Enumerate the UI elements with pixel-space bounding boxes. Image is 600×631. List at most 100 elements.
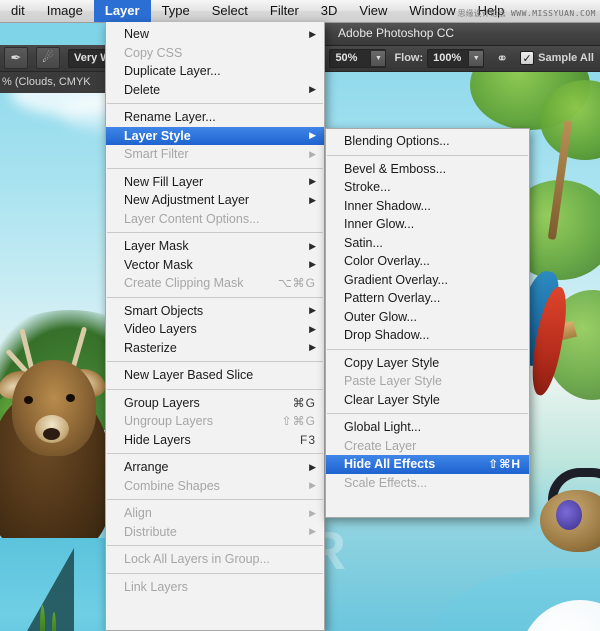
layer-menu-item-align: Align ▶ (106, 504, 324, 523)
layer-menu-item-layer-style[interactable]: Layer Style ▶ (106, 126, 324, 145)
layer-style-item-inner-glow[interactable]: Inner Glow... (326, 215, 529, 234)
layer-menu-item-label: Duplicate Layer... (124, 64, 221, 78)
submenu-caret-icon: ▶ (309, 28, 316, 39)
layer-menu-separator (107, 232, 323, 233)
layer-menu-item-rename-layer[interactable]: Rename Layer... (106, 108, 324, 127)
flow-dropdown[interactable]: 100% ▼ (427, 48, 485, 68)
layer-menu-item-video-layers[interactable]: Video Layers ▶ (106, 320, 324, 339)
layer-style-item-color-overlay[interactable]: Color Overlay... (326, 252, 529, 271)
submenu-caret-icon: ▶ (309, 240, 316, 251)
layer-style-separator (327, 348, 528, 350)
submenu-caret-icon: ▶ (309, 305, 316, 316)
layer-style-item-label: Hide All Effects (344, 457, 436, 471)
submenu-caret-icon: ▶ (309, 176, 316, 187)
menu-filter[interactable]: Filter (259, 0, 310, 22)
layer-style-item-label: Gradient Overlay... (344, 272, 448, 287)
layer-style-item-satin[interactable]: Satin... (326, 234, 529, 253)
layer-style-item-label: Stroke... (344, 180, 391, 194)
deer-eye (66, 394, 75, 402)
layer-menu-item-label: Video Layers (124, 322, 197, 336)
layer-style-item-global-light[interactable]: Global Light... (326, 418, 529, 437)
layer-menu-separator (107, 103, 323, 104)
layer-menu-item-delete[interactable]: Delete ▶ (106, 81, 324, 100)
watermark-cn-text: 思缘设计论坛 (457, 9, 506, 18)
layer-menu-item-arrange[interactable]: Arrange ▶ (106, 458, 324, 477)
menu-image[interactable]: Image (36, 0, 94, 22)
layer-menu-separator (107, 499, 323, 500)
layer-menu-item-label: New Layer Based Slice (124, 368, 254, 382)
layer-menu-item-label: Lock All Layers in Group... (124, 552, 270, 566)
layer-menu-item-shortcut: F3 (299, 432, 316, 447)
layer-style-item-outer-glow[interactable]: Outer Glow... (326, 308, 529, 327)
site-watermark: 思缘设计论坛 WWW.MISSYUAN.COM (458, 8, 596, 19)
layer-menu-item-label: Smart Filter (124, 147, 189, 161)
layer-style-item-stroke[interactable]: Stroke... (326, 178, 529, 197)
layer-menu-item-new-layer-based-slice[interactable]: New Layer Based Slice (106, 366, 324, 385)
submenu-caret-icon: ▶ (309, 461, 316, 472)
layer-menu-item-label: Vector Mask (124, 257, 193, 272)
layer-style-item-clear-layer-style[interactable]: Clear Layer Style (326, 391, 529, 410)
layer-style-item-gradient-overlay[interactable]: Gradient Overlay... (326, 271, 529, 290)
submenu-caret-icon: ▶ (309, 507, 316, 518)
layer-style-item-scale-effects: Scale Effects... (326, 474, 529, 493)
layer-menu-item-new[interactable]: New ▶ (106, 25, 324, 44)
layer-style-item-bevel-emboss[interactable]: Bevel & Emboss... (326, 160, 529, 179)
deer-nose (43, 428, 60, 440)
menu-3d[interactable]: 3D (310, 0, 349, 22)
submenu-caret-icon: ▶ (309, 194, 316, 205)
layer-menu-item-label: Distribute (124, 524, 177, 539)
erase-toggle-button[interactable]: ☄ (36, 47, 60, 69)
layer-menu-item-smart-objects[interactable]: Smart Objects ▶ (106, 302, 324, 321)
layer-menu-item-layer-content-options: Layer Content Options... (106, 210, 324, 229)
layer-style-item-label: Color Overlay... (344, 254, 430, 268)
pressure-for-size-icon[interactable]: ⚭ (490, 48, 514, 68)
erase-x-icon: ☄ (42, 50, 54, 65)
layer-style-item-create-layer: Create Layer (326, 437, 529, 456)
flow-label: Flow: (394, 52, 424, 64)
layer-menu-separator (107, 572, 323, 574)
airbrush-toggle-button[interactable]: ✒ (4, 47, 28, 69)
headphone-earcup (556, 500, 582, 530)
layer-style-item-hide-all-effects[interactable]: Hide All Effects ⇧⌘H (326, 455, 529, 474)
layer-style-item-copy-layer-style[interactable]: Copy Layer Style (326, 354, 529, 373)
layer-menu-item-vector-mask[interactable]: Vector Mask ▶ (106, 256, 324, 275)
layer-style-item-label: Pattern Overlay... (344, 291, 441, 305)
layer-style-item-shortcut: ⇧⌘H (488, 457, 521, 471)
menu-window[interactable]: Window (398, 0, 466, 22)
submenu-caret-icon: ▶ (309, 526, 316, 537)
sample-all-checkbox[interactable]: ✓ (520, 51, 535, 65)
layer-style-item-paste-layer-style: Paste Layer Style (326, 372, 529, 391)
menu-type[interactable]: Type (151, 0, 201, 22)
menu-edit[interactable]: dit (0, 0, 36, 22)
menu-select[interactable]: Select (201, 0, 259, 22)
layer-menu-item-duplicate-layer[interactable]: Duplicate Layer... (106, 62, 324, 81)
layer-style-item-pattern-overlay[interactable]: Pattern Overlay... (326, 289, 529, 308)
layer-style-item-drop-shadow[interactable]: Drop Shadow... (326, 326, 529, 345)
check-icon: ✓ (522, 52, 532, 65)
layer-menu-item-rasterize[interactable]: Rasterize ▶ (106, 339, 324, 358)
layer-menu-item-group-layers[interactable]: Group Layers ⌘G (106, 394, 324, 413)
layer-menu-item-label: Delete (124, 82, 161, 97)
layer-menu-item-label: Copy CSS (124, 45, 183, 60)
layer-menu-separator (107, 388, 323, 390)
mix-dropdown[interactable]: 50% ▼ (329, 48, 387, 68)
layer-menu-item-hide-layers[interactable]: Hide Layers F3 (106, 431, 324, 450)
watermark-url: WWW.MISSYUAN.COM (510, 9, 596, 18)
menu-layer[interactable]: Layer (93, 0, 151, 22)
layer-menu-item-shortcut: ⌥⌘G (277, 276, 316, 290)
layer-menu-separator (107, 453, 323, 454)
layer-menu-item-combine-shapes: Combine Shapes ▶ (106, 477, 324, 496)
layer-menu-item-label: New (124, 27, 150, 41)
layer-style-item-inner-shadow[interactable]: Inner Shadow... (326, 197, 529, 216)
layer-menu-item-new-fill-layer[interactable]: New Fill Layer ▶ (106, 173, 324, 192)
layer-menu-dropdown[interactable]: New ▶ Copy CSS Duplicate Layer... Delete ▶ Ren… (105, 22, 325, 631)
application-title: Adobe Photoshop CC (338, 26, 455, 40)
layer-menu-item-layer-mask[interactable]: Layer Mask ▶ (106, 237, 324, 256)
layer-menu-item-new-adjustment-layer[interactable]: New Adjustment Layer ▶ (106, 191, 324, 210)
layer-style-item-label: Drop Shadow... (344, 328, 430, 342)
layer-style-item-blending-options[interactable]: Blending Options... (326, 132, 529, 151)
menu-view[interactable]: View (348, 0, 398, 22)
layer-menu-item-label: Layer Content Options... (124, 211, 260, 226)
layer-style-submenu[interactable]: Blending Options... Bevel & Emboss... Stro… (325, 128, 530, 518)
layer-style-item-label: Inner Shadow... (344, 198, 431, 213)
